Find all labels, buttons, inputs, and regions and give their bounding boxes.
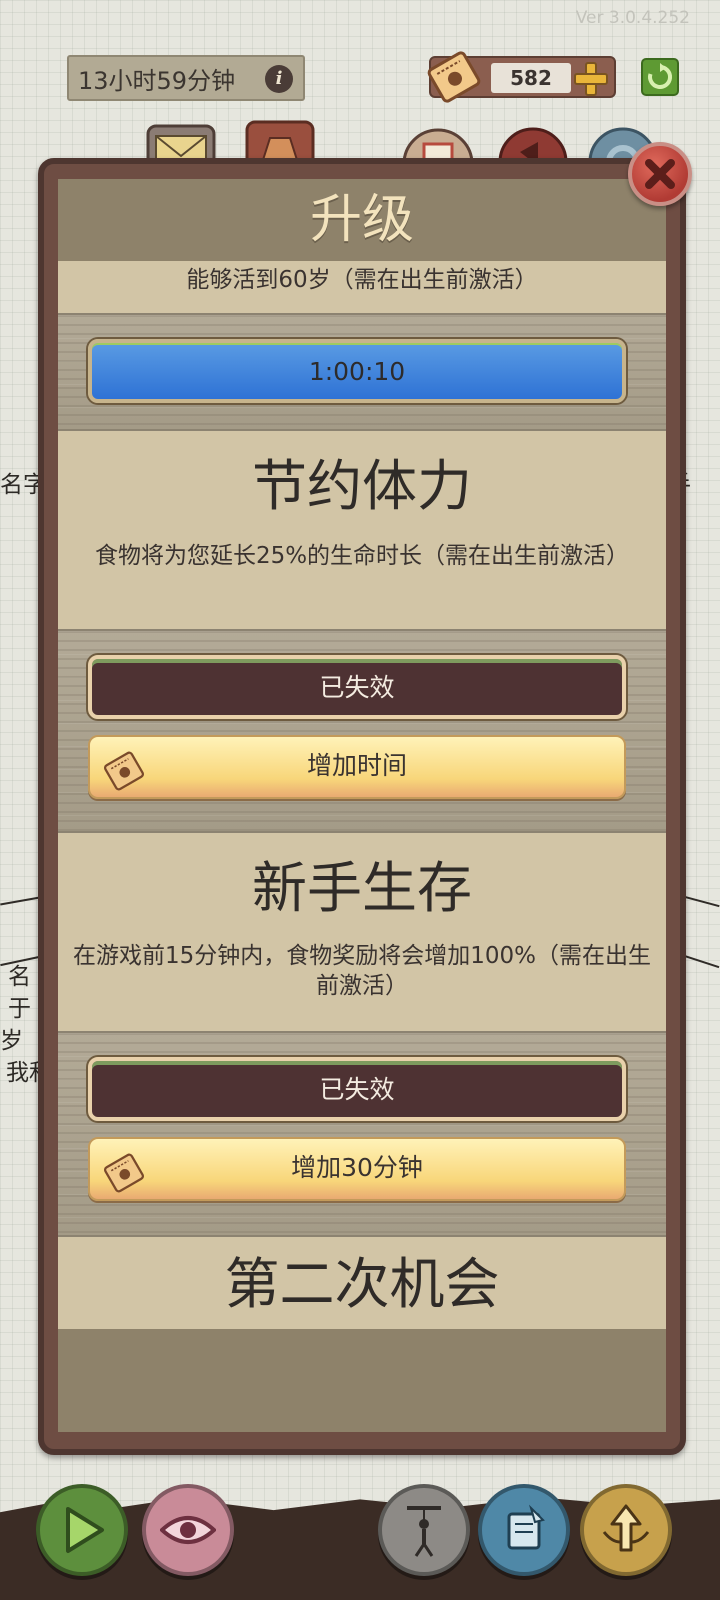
plus-icon[interactable]	[572, 60, 610, 98]
add-time-button[interactable]: 增加时间	[88, 735, 626, 799]
lifespan-timer-bar: 1:00:10	[88, 339, 626, 403]
bg-line-1: 名	[8, 964, 31, 990]
scroll-icon	[507, 1504, 545, 1550]
scroll-button[interactable]	[478, 1484, 570, 1576]
bg-line-3: 岁	[0, 1028, 23, 1054]
save-stamina-title: 节约体力	[251, 454, 472, 518]
modal-title: 升级	[309, 190, 414, 250]
section-save-stamina-controls: 已失效 增加时间	[58, 629, 666, 833]
section-save-stamina: 节约体力 食物将为您延长25%的生命时长（需在出生前激活）	[58, 431, 666, 629]
life-timer-text: 13小时59分钟	[78, 66, 236, 95]
upgrade-icon	[602, 1504, 650, 1552]
bg-line-2: 于	[8, 996, 31, 1022]
play-icon	[66, 1507, 104, 1553]
play-button[interactable]	[36, 1484, 128, 1576]
section-newbie-survival-controls: 已失效 增加30分钟	[58, 1031, 666, 1237]
save-stamina-description: 食物将为您延长25%的生命时长（需在出生前激活）	[94, 543, 630, 569]
newbie-survival-expired-button[interactable]: 已失效	[88, 1057, 626, 1121]
close-icon	[645, 159, 675, 189]
section-lifespan: 能够活到60岁（需在出生前激活）	[58, 261, 666, 313]
eye-icon	[160, 1516, 216, 1544]
save-stamina-expired-button[interactable]: 已失效	[88, 655, 626, 719]
watch-button[interactable]	[142, 1484, 234, 1576]
puppet-button[interactable]	[378, 1484, 470, 1576]
close-button[interactable]	[628, 142, 692, 206]
bg-divider-right	[680, 894, 720, 908]
upgrade-modal: 升级 能够活到60岁（需在出生前激活） 1:00:10 节约体力 食物将为您延长…	[38, 158, 686, 1455]
ticket-icon	[427, 51, 481, 103]
currency-panel: 582	[427, 51, 616, 103]
section-lifespan-description: 能够活到60岁（需在出生前激活）	[186, 267, 538, 293]
life-timer: 13小时59分钟 i	[67, 55, 305, 101]
newbie-survival-title: 新手生存	[251, 856, 472, 920]
upgrade-button[interactable]	[580, 1484, 672, 1576]
section-lifespan-controls: 1:00:10	[58, 313, 666, 431]
refresh-button[interactable]	[641, 58, 679, 96]
version-label: Ver 3.0.4.252	[575, 8, 690, 28]
ticket-icon	[104, 1153, 144, 1193]
add-30-minutes-label: 增加30分钟	[291, 1153, 423, 1182]
add-time-label: 增加时间	[306, 751, 407, 780]
bg-divider-left	[0, 896, 40, 906]
currency-value: 582	[491, 63, 571, 93]
info-icon[interactable]: i	[265, 65, 293, 93]
bg-divider-right-2	[680, 953, 720, 969]
section-newbie-survival: 新手生存 在游戏前15分钟内，食物奖励将会增加100%（需在出生前激活）	[58, 833, 666, 1031]
newbie-survival-description: 在游戏前15分钟内，食物奖励将会增加100%（需在出生前激活）	[72, 943, 652, 999]
puppet-icon	[407, 1506, 441, 1557]
upgrade-modal-content: 升级 能够活到60岁（需在出生前激活） 1:00:10 节约体力 食物将为您延长…	[58, 179, 666, 1432]
section-second-chance: 第二次机会	[58, 1237, 666, 1329]
refresh-icon	[648, 63, 673, 89]
add-30-minutes-button[interactable]: 增加30分钟	[88, 1137, 626, 1201]
ticket-icon	[104, 751, 144, 791]
second-chance-title: 第二次机会	[224, 1252, 500, 1316]
